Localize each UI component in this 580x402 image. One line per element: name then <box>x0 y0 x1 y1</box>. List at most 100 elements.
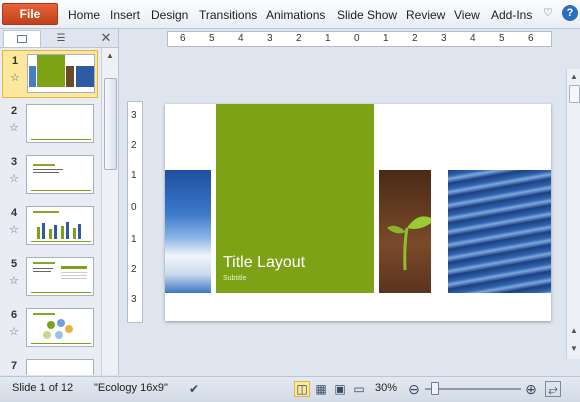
slide-number: 3 <box>11 156 18 168</box>
tab-add-ins[interactable]: Add-Ins <box>491 8 532 22</box>
slideshow-icon[interactable]: ▭ <box>351 381 367 397</box>
thumbnail-list: 1 ☆ 2 ☆ 3 ☆ 4 ☆ 5 ☆ 6 ☆ 7 <box>0 48 100 375</box>
slide-canvas[interactable]: Title Layout Subtitle <box>165 104 551 321</box>
ruler-label: 3 <box>441 33 447 44</box>
slide-sorter-icon[interactable]: ▦ <box>313 381 329 397</box>
ruler-label: 0 <box>354 33 360 44</box>
tab-transitions[interactable]: Transitions <box>199 8 257 22</box>
zoom-slider-knob[interactable] <box>431 382 439 395</box>
ruler-label: 2 <box>296 33 302 44</box>
ruler-label: 1 <box>325 33 331 44</box>
vertical-ruler: 3 2 1 0 1 2 3 <box>127 101 143 323</box>
tab-insert[interactable]: Insert <box>110 8 140 22</box>
star-icon: ☆ <box>9 122 19 134</box>
star-icon: ☆ <box>9 173 19 185</box>
thumbnail-slide-5[interactable]: 5 ☆ <box>2 254 98 302</box>
slide-preview <box>26 308 94 347</box>
slide-number: 1 <box>12 55 19 67</box>
star-icon: ☆ <box>9 275 19 287</box>
thumbnail-slide-7[interactable]: 7 <box>2 356 98 375</box>
slide-number: 5 <box>11 258 18 270</box>
ruler-label: 1 <box>131 234 137 245</box>
ruler-label: 5 <box>209 33 215 44</box>
star-icon: ☆ <box>9 224 19 236</box>
theme-name[interactable]: "Ecology 16x9" <box>94 382 168 394</box>
slide-number: 7 <box>11 360 18 372</box>
ruler-label: 6 <box>528 33 534 44</box>
slide-preview <box>26 359 94 375</box>
slide-preview <box>27 54 95 93</box>
horizontal-ruler: 6 5 4 3 2 1 0 1 2 3 4 5 6 <box>167 31 552 47</box>
normal-view-icon[interactable]: ◫ <box>294 381 310 397</box>
title-block[interactable]: Title Layout Subtitle <box>216 104 374 293</box>
tab-slide-show[interactable]: Slide Show <box>337 8 397 22</box>
zoom-out-icon[interactable]: ⊖ <box>406 381 422 397</box>
slide-number: 2 <box>11 105 18 117</box>
thumbnail-scrollbar[interactable]: ▲ <box>101 48 118 375</box>
slide-subtitle[interactable]: Subtitle <box>223 275 246 282</box>
scroll-thumb[interactable] <box>569 85 580 103</box>
slides-tab[interactable] <box>3 30 41 47</box>
ruler-label: 5 <box>499 33 505 44</box>
slide-editor: 6 5 4 3 2 1 0 1 2 3 4 5 6 3 2 1 0 1 2 3 … <box>119 29 580 375</box>
slide-preview <box>26 104 94 143</box>
star-icon: ☆ <box>10 72 20 84</box>
slide-preview <box>26 206 94 245</box>
tab-animations[interactable]: Animations <box>266 8 325 22</box>
editor-scrollbar[interactable]: ▲ ▲ ▼ <box>566 69 580 359</box>
thumbnail-slide-2[interactable]: 2 ☆ <box>2 101 98 149</box>
sky-photo[interactable] <box>165 170 211 293</box>
slides-pane: ☰ ✕ 1 ☆ 2 ☆ 3 ☆ 4 ☆ 5 ☆ 6 ☆ 7 ▲ <box>0 29 119 375</box>
ruler-label: 0 <box>131 202 137 213</box>
ruler-label: 3 <box>267 33 273 44</box>
zoom-slider[interactable] <box>425 388 521 390</box>
slide-number: 6 <box>11 309 18 321</box>
ruler-label: 3 <box>131 110 137 121</box>
thumbnail-slide-3[interactable]: 3 ☆ <box>2 152 98 200</box>
slide-number: 4 <box>11 207 18 219</box>
down-caret-icon[interactable]: ♡ <box>543 6 555 20</box>
scroll-thumb[interactable] <box>104 78 117 170</box>
zoom-level[interactable]: 30% <box>375 382 397 394</box>
pane-tabs: ☰ ✕ <box>0 29 118 48</box>
slide-counter: Slide 1 of 12 <box>12 382 74 394</box>
ruler-label: 2 <box>131 264 137 275</box>
next-slide-icon[interactable]: ▼ <box>567 341 580 355</box>
previous-slide-icon[interactable]: ▲ <box>567 323 580 337</box>
sprout-icon <box>387 216 435 271</box>
ruler-label: 3 <box>131 294 137 305</box>
reading-view-icon[interactable]: ▣ <box>332 381 348 397</box>
ruler-label: 4 <box>238 33 244 44</box>
thumbnail-slide-1[interactable]: 1 ☆ <box>2 50 98 98</box>
ruler-label: 6 <box>180 33 186 44</box>
thumbnail-slide-6[interactable]: 6 ☆ <box>2 305 98 353</box>
scroll-up-icon[interactable]: ▲ <box>567 69 580 83</box>
ribbon-bar: File Home Insert Design Transitions Anim… <box>0 0 580 29</box>
ruler-label: 2 <box>131 140 137 151</box>
ruler-label: 1 <box>131 170 137 181</box>
ruler-label: 4 <box>470 33 476 44</box>
tab-design[interactable]: Design <box>151 8 188 22</box>
slide-title[interactable]: Title Layout <box>223 254 305 272</box>
outline-tab[interactable]: ☰ <box>48 30 74 46</box>
tab-home[interactable]: Home <box>68 8 100 22</box>
help-icon[interactable]: ? <box>562 5 578 21</box>
slide-preview <box>26 257 94 296</box>
sprout-photo[interactable] <box>379 170 435 293</box>
star-icon: ☆ <box>9 326 19 338</box>
status-bar: Slide 1 of 12 "Ecology 16x9" ✔ ◫ ▦ ▣ ▭ 3… <box>0 376 580 402</box>
tab-review[interactable]: Review <box>406 8 445 22</box>
ruler-label: 1 <box>383 33 389 44</box>
zoom-in-icon[interactable]: ⊕ <box>523 381 539 397</box>
slide-preview <box>26 155 94 194</box>
slides-tab-icon <box>17 35 27 43</box>
thumbnail-slide-4[interactable]: 4 ☆ <box>2 203 98 251</box>
file-button[interactable]: File <box>2 3 58 25</box>
scroll-up-icon[interactable]: ▲ <box>102 48 118 62</box>
tab-view[interactable]: View <box>454 8 480 22</box>
fit-window-icon[interactable]: ⥂ <box>545 381 561 397</box>
spell-check-icon[interactable]: ✔ <box>186 381 202 397</box>
water-photo[interactable] <box>448 170 551 293</box>
close-pane-icon[interactable]: ✕ <box>98 30 114 46</box>
ruler-label: 2 <box>412 33 418 44</box>
